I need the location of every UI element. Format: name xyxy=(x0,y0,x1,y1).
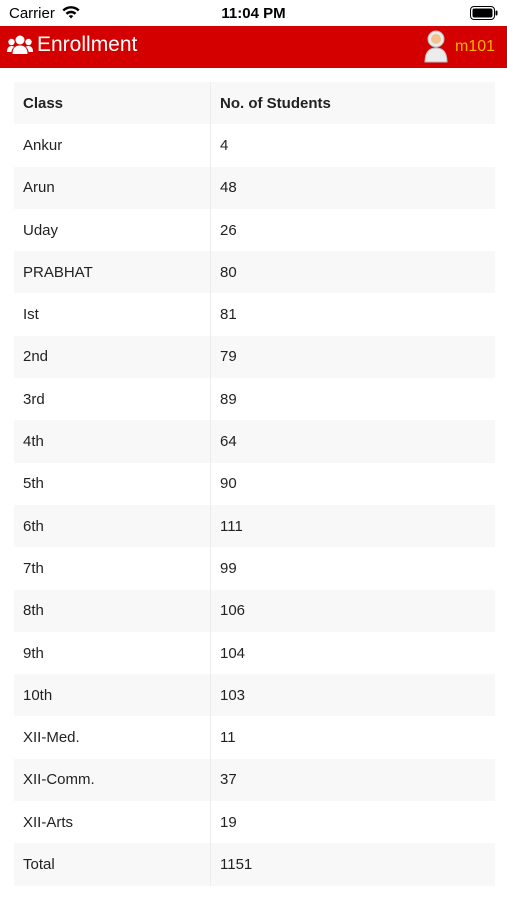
table-row: 4th 64 xyxy=(14,420,495,463)
table-row: 3rd 89 xyxy=(14,378,495,421)
class-cell: 2nd xyxy=(14,335,211,379)
students-cell: 48 xyxy=(220,179,237,197)
table-row: Ist 81 xyxy=(14,293,495,336)
students-cell: 103 xyxy=(220,686,246,704)
class-cell: XII-Comm. xyxy=(14,758,211,802)
table-row: 9th 104 xyxy=(14,631,495,675)
class-cell: 6th xyxy=(14,504,211,548)
status-bar: Carrier 11:04 PM xyxy=(0,0,507,26)
students-cell: 37 xyxy=(220,771,237,789)
students-cell: 11 xyxy=(220,729,236,747)
table-row: 6th 111 xyxy=(14,504,495,548)
table-row: 8th 106 xyxy=(14,589,495,632)
table-row: XII-Comm. 37 xyxy=(14,758,495,802)
column-header-class: Class xyxy=(14,82,211,125)
class-cell: 9th xyxy=(14,631,211,675)
class-cell: Ist xyxy=(14,293,211,336)
table-row: PRABHAT 80 xyxy=(14,251,495,294)
class-cell: XII-Med. xyxy=(14,716,211,759)
class-cell: 3rd xyxy=(14,378,211,421)
column-header-students: No. of Students xyxy=(220,94,331,112)
page-title: Enrollment xyxy=(37,33,138,56)
app-header: Enrollment m101 xyxy=(0,26,507,68)
students-cell: 4 xyxy=(220,136,229,154)
table-row: 7th 99 xyxy=(14,547,495,590)
students-cell: 90 xyxy=(220,475,237,493)
table-row: Uday 26 xyxy=(14,208,495,252)
class-cell: Arun xyxy=(14,166,211,209)
class-cell: Ankur xyxy=(14,124,211,167)
class-cell: PRABHAT xyxy=(14,251,211,294)
class-cell: XII-Arts xyxy=(14,801,211,844)
table-row: 2nd 79 xyxy=(14,335,495,379)
students-cell: 106 xyxy=(220,602,246,620)
table-header-row: Class No. of Students xyxy=(14,82,495,125)
table-row: 10th 103 xyxy=(14,674,495,717)
table-row: Ankur 4 xyxy=(14,124,495,167)
users-icon xyxy=(7,35,33,54)
students-cell: 80 xyxy=(220,263,237,281)
students-cell: 99 xyxy=(220,559,237,577)
students-cell: 79 xyxy=(220,348,237,366)
students-cell: 104 xyxy=(220,644,246,662)
class-cell: 5th xyxy=(14,462,211,505)
table-row: Arun 48 xyxy=(14,166,495,209)
class-cell: Uday xyxy=(14,208,211,252)
status-time: 11:04 PM xyxy=(221,5,286,22)
class-cell: 4th xyxy=(14,420,211,463)
students-cell: 1151 xyxy=(220,855,253,873)
enrollment-table: Class No. of Students Ankur 4 Arun 48 Uday 26… xyxy=(14,82,495,886)
table-row: XII-Med. 11 xyxy=(14,716,495,759)
table-total-row: Total 1151 xyxy=(14,843,495,886)
class-cell: 8th xyxy=(14,589,211,632)
students-cell: 89 xyxy=(220,390,237,408)
table-row: XII-Arts 19 xyxy=(14,801,495,844)
class-cell: Total xyxy=(14,843,211,886)
students-cell: 26 xyxy=(220,221,237,239)
table-row: 5th 90 xyxy=(14,462,495,505)
class-cell: 7th xyxy=(14,547,211,590)
students-cell: 111 xyxy=(220,517,243,535)
avatar-icon[interactable] xyxy=(423,29,449,63)
battery-icon xyxy=(470,6,498,20)
class-cell: 10th xyxy=(14,674,211,717)
user-name[interactable]: m101 xyxy=(455,38,495,56)
students-cell: 81 xyxy=(220,306,237,324)
students-cell: 64 xyxy=(220,433,237,451)
students-cell: 19 xyxy=(220,813,237,831)
